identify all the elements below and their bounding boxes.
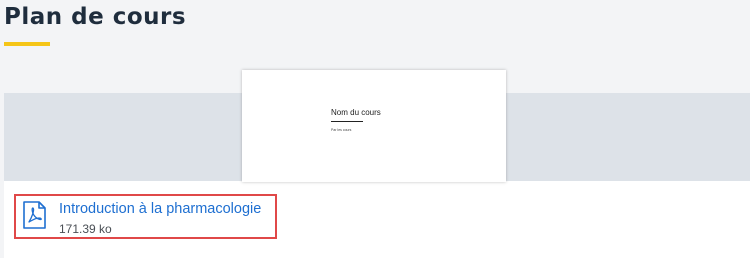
title-underline: [4, 42, 50, 46]
page: Plan de cours Nom du cours Par les cours…: [0, 0, 750, 258]
pdf-icon: [23, 201, 46, 229]
page-title: Plan de cours: [4, 4, 187, 30]
thumbnail-doc-title: Nom du cours: [331, 108, 381, 122]
file-size: 171.39 ko: [59, 222, 112, 236]
file-name-link[interactable]: Introduction à la pharmacologie: [59, 201, 261, 217]
file-link[interactable]: Introduction à la pharmacologie 171.39 k…: [14, 194, 277, 239]
thumbnail-doc-subtitle: Par les cours: [331, 128, 352, 132]
document-thumbnail[interactable]: Nom du cours Par les cours: [242, 70, 506, 182]
